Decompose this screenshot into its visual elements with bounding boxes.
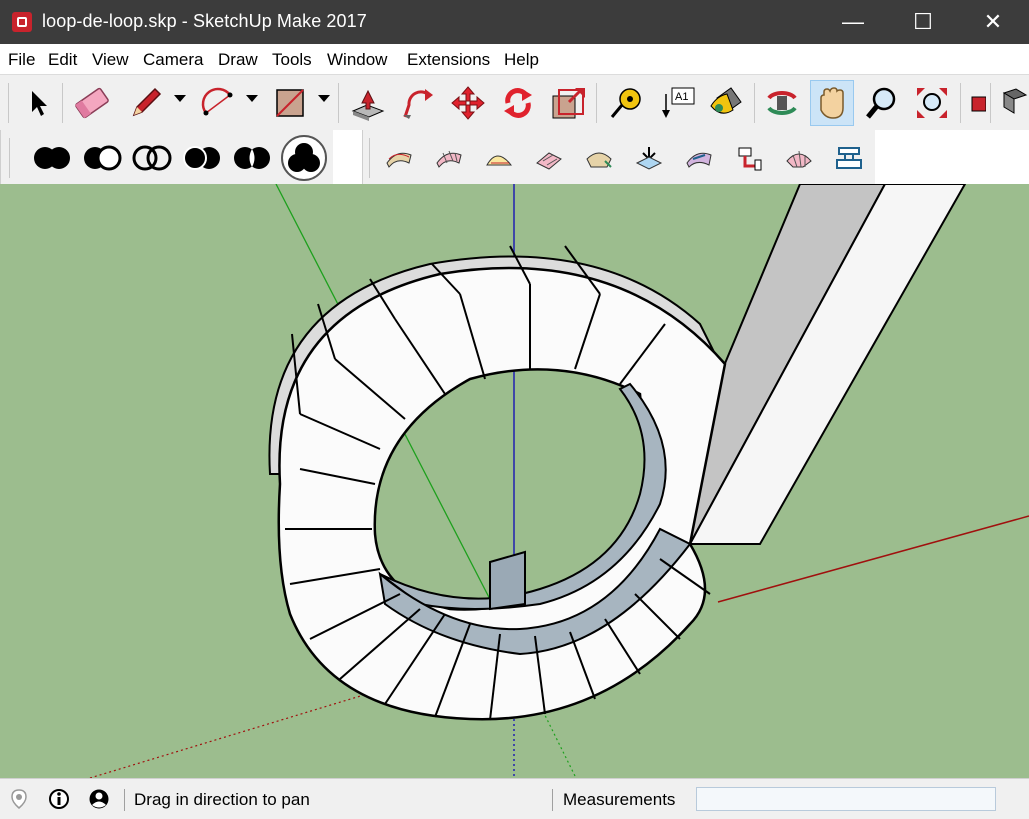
subtract-icon[interactable] xyxy=(81,135,125,181)
maximize-button[interactable]: ☐ xyxy=(900,0,946,44)
toolbar-divider xyxy=(960,83,961,123)
menu-view[interactable]: View xyxy=(92,50,129,70)
arc-dropdown-icon[interactable] xyxy=(246,95,258,102)
menu-help[interactable]: Help xyxy=(504,50,539,70)
menu-draw[interactable]: Draw xyxy=(218,50,258,70)
status-bar: Drag in direction to pan Measurements xyxy=(0,778,1029,819)
components-icon[interactable] xyxy=(996,80,1029,126)
plumbing-icon[interactable] xyxy=(727,135,771,181)
drape-icon[interactable] xyxy=(577,135,621,181)
status-divider xyxy=(124,789,125,811)
trim-icon[interactable] xyxy=(181,135,225,181)
zoom-extents-icon[interactable] xyxy=(910,80,954,126)
menu-tools[interactable]: Tools xyxy=(272,50,312,70)
menu-window[interactable]: Window xyxy=(327,50,387,70)
zoom-icon[interactable] xyxy=(860,80,904,126)
geo-location-icon[interactable] xyxy=(8,788,30,810)
mesh-icon[interactable] xyxy=(777,135,821,181)
status-message: Drag in direction to pan xyxy=(134,790,310,809)
sketchup-logo-icon xyxy=(12,12,32,32)
eraser-icon[interactable] xyxy=(70,80,114,126)
text-icon[interactable]: A1 xyxy=(656,80,700,126)
toolbar-divider xyxy=(990,83,991,123)
smoove-icon[interactable] xyxy=(477,135,521,181)
credits-icon[interactable] xyxy=(48,788,70,810)
toolbar-divider xyxy=(62,83,63,123)
toolbar-divider xyxy=(596,83,597,123)
outer-shell-icon[interactable] xyxy=(281,135,327,181)
intersect-icon[interactable] xyxy=(131,135,175,181)
pencil-dropdown-icon[interactable] xyxy=(174,95,186,102)
rectangle-dropdown-icon[interactable] xyxy=(318,95,330,102)
tape-measure-icon[interactable] xyxy=(604,80,648,126)
orbit-icon[interactable] xyxy=(760,80,804,126)
status-divider xyxy=(552,789,553,811)
flip-edge-icon[interactable] xyxy=(677,135,721,181)
user-account-icon[interactable] xyxy=(88,788,110,810)
secondary-toolbar xyxy=(0,130,1029,184)
model-viewport[interactable] xyxy=(0,184,1029,778)
rectangle-icon[interactable] xyxy=(268,80,312,126)
follow-me-icon[interactable] xyxy=(396,80,440,126)
align-icon[interactable] xyxy=(827,135,871,181)
toolbar-grip xyxy=(8,83,9,123)
offset-icon[interactable] xyxy=(546,80,590,126)
from-contours-icon[interactable] xyxy=(377,135,421,181)
rotate-icon[interactable] xyxy=(496,80,540,126)
previous-view-icon[interactable] xyxy=(966,80,986,126)
toolbar-grip xyxy=(369,138,370,178)
union-icon[interactable] xyxy=(31,135,75,181)
loop-model xyxy=(268,184,967,721)
measurements-input[interactable] xyxy=(696,787,996,811)
menu-extensions[interactable]: Extensions xyxy=(407,50,490,70)
paint-bucket-icon[interactable] xyxy=(704,80,748,126)
split-icon[interactable] xyxy=(231,135,275,181)
menu-bar: File Edit View Camera Draw Tools Window … xyxy=(0,44,1029,74)
sandbox-toolbar xyxy=(362,130,875,184)
toolbar-divider xyxy=(754,83,755,123)
window-title: loop-de-loop.skp - SketchUp Make 2017 xyxy=(42,11,367,31)
move-icon[interactable] xyxy=(446,80,490,126)
toolbar-grip xyxy=(9,138,10,178)
pencil-icon[interactable] xyxy=(124,80,168,126)
add-detail-icon[interactable] xyxy=(627,135,671,181)
menu-edit[interactable]: Edit xyxy=(48,50,77,70)
menu-camera[interactable]: Camera xyxy=(143,50,203,70)
solid-tools-toolbar xyxy=(0,130,333,184)
toolbar-divider xyxy=(338,83,339,123)
from-scratch-icon[interactable] xyxy=(427,135,471,181)
arc-icon[interactable] xyxy=(196,80,240,126)
title-bar: loop-de-loop.skp - SketchUp Make 2017 — … xyxy=(0,0,1029,44)
close-button[interactable]: ✕ xyxy=(970,0,1016,44)
minimize-button[interactable]: — xyxy=(830,0,876,44)
menu-file[interactable]: File xyxy=(8,50,35,70)
stamp-icon[interactable] xyxy=(527,135,571,181)
measurements-label: Measurements xyxy=(563,790,676,809)
select-icon[interactable] xyxy=(16,80,60,126)
red-axis-negative xyxy=(89,683,401,778)
pan-icon[interactable] xyxy=(810,80,854,126)
text-tool-label: A1 xyxy=(675,91,688,103)
main-toolbar: A1 xyxy=(0,74,1029,132)
push-pull-icon[interactable] xyxy=(346,80,390,126)
